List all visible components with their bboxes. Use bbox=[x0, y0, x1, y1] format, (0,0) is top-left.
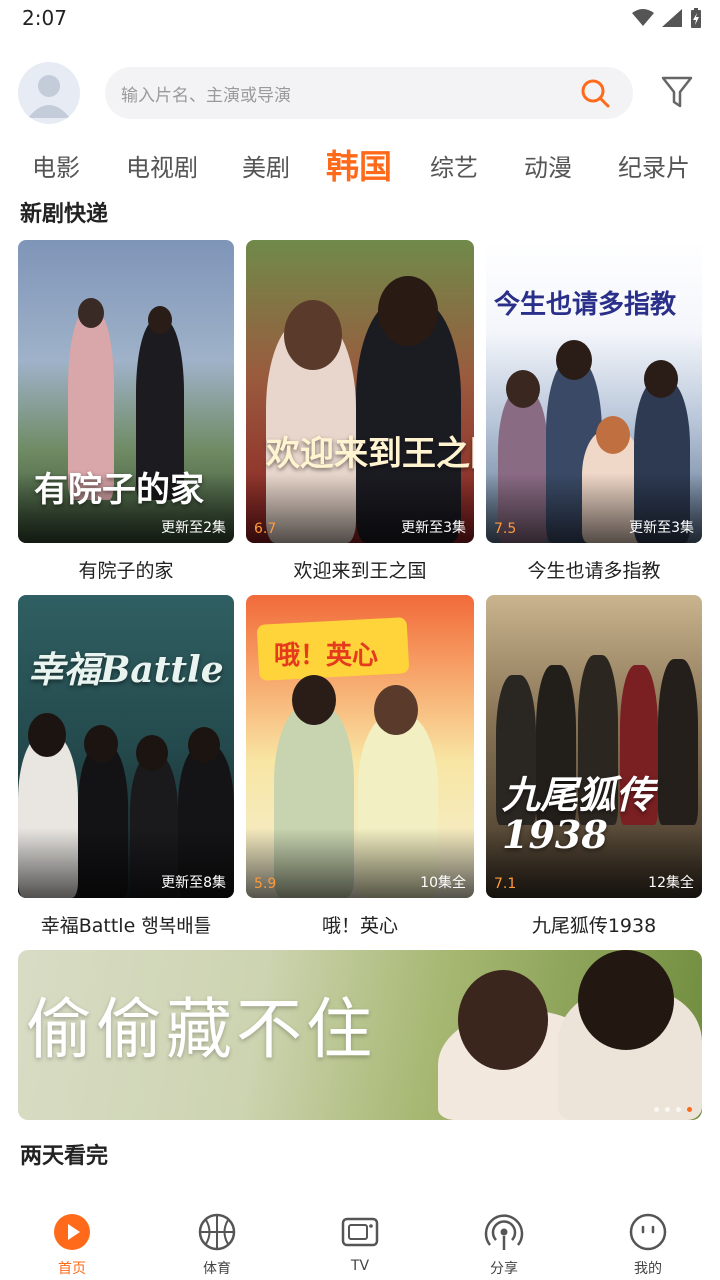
tv-icon bbox=[341, 1217, 379, 1247]
episode-status: 10集全 bbox=[420, 875, 466, 891]
episode-status: 更新至8集 bbox=[161, 875, 226, 891]
status-bar: 2:07 bbox=[0, 0, 720, 38]
drama-card[interactable]: 哦！英心 5.9 10集全 哦！英心 bbox=[246, 595, 474, 937]
smiley-face-icon bbox=[629, 1213, 667, 1251]
section-title-new-dramas: 新剧快递 bbox=[20, 202, 109, 227]
tab-movie[interactable]: 电影 bbox=[32, 148, 80, 183]
poster-title: 幸福Battle bbox=[28, 649, 224, 691]
drama-card[interactable]: 有院子的家 更新至2集 有院子的家 bbox=[18, 240, 234, 582]
nav-share[interactable]: 分享 bbox=[459, 1212, 549, 1278]
tab-us-drama[interactable]: 美剧 bbox=[242, 148, 290, 183]
nav-sports[interactable]: 体育 bbox=[172, 1212, 262, 1278]
card-title[interactable]: 九尾狐传1938 bbox=[486, 911, 702, 938]
card-title[interactable]: 有院子的家 bbox=[18, 556, 234, 583]
nav-label: 体育 bbox=[203, 1261, 231, 1277]
poster[interactable]: 九尾狐传1938 7.1 12集全 bbox=[486, 595, 702, 898]
nav-label: TV bbox=[350, 1258, 370, 1274]
banner-dot bbox=[654, 1107, 659, 1112]
tab-documentary[interactable]: 纪录片 bbox=[618, 148, 690, 183]
card-title[interactable]: 幸福Battle 행복배틀 bbox=[18, 911, 234, 938]
user-avatar-icon bbox=[28, 75, 70, 118]
category-tabs: 电影 电视剧 美剧 韩国 综艺 动漫 纪录片 bbox=[0, 138, 720, 190]
card-title[interactable]: 今生也请多指教 bbox=[486, 556, 702, 583]
bottom-nav: 首页 体育 TV 分享 我的 bbox=[0, 1200, 720, 1280]
tab-tv-series[interactable]: 电视剧 bbox=[126, 148, 198, 183]
drama-card[interactable]: 九尾狐传1938 7.1 12集全 九尾狐传1938 bbox=[486, 595, 702, 937]
poster-title: 欢迎来到王之国 bbox=[266, 434, 474, 474]
poster[interactable]: 幸福Battle 更新至8集 bbox=[18, 595, 234, 898]
banner-pagination bbox=[654, 1107, 692, 1112]
search-input[interactable]: 输入片名、主演或导演 bbox=[121, 81, 291, 106]
cellular-signal-icon bbox=[662, 9, 682, 27]
nav-tv[interactable]: TV bbox=[315, 1212, 405, 1274]
banner-dot-active bbox=[687, 1107, 692, 1112]
search-icon[interactable] bbox=[579, 77, 611, 109]
tab-korea[interactable]: 韩国 bbox=[326, 140, 392, 188]
banner-dot bbox=[665, 1107, 670, 1112]
header: 输入片名、主演或导演 bbox=[0, 56, 720, 128]
status-time: 2:07 bbox=[22, 6, 67, 30]
rating: 7.1 bbox=[494, 876, 517, 892]
drama-card[interactable]: 幸福Battle 更新至8集 幸福Battle 행복배틀 bbox=[18, 595, 234, 937]
rating: 7.5 bbox=[494, 521, 517, 537]
nav-label: 分享 bbox=[490, 1261, 518, 1277]
card-title[interactable]: 哦！英心 bbox=[246, 911, 474, 938]
promo-banner[interactable]: 偷偷藏不住 bbox=[18, 950, 702, 1120]
drama-card[interactable]: 欢迎来到王之国 6.7 更新至3集 欢迎来到王之国 bbox=[246, 240, 474, 582]
episode-status: 更新至3集 bbox=[401, 520, 466, 536]
section-title-binge: 两天看完 bbox=[20, 1144, 109, 1169]
status-icons bbox=[632, 6, 702, 30]
tab-variety[interactable]: 综艺 bbox=[430, 148, 478, 183]
nav-label: 我的 bbox=[634, 1261, 662, 1277]
episode-status: 更新至3集 bbox=[629, 520, 694, 536]
drama-card[interactable]: 今生也请多指教 7.5 更新至3集 今生也请多指教 bbox=[486, 240, 702, 582]
banner-title: 偷偷藏不住 bbox=[26, 991, 376, 1068]
tab-anime[interactable]: 动漫 bbox=[524, 148, 572, 183]
episode-status: 更新至2集 bbox=[161, 520, 226, 536]
play-circle-icon bbox=[54, 1214, 90, 1250]
broadcast-icon bbox=[484, 1214, 524, 1250]
wifi-icon bbox=[632, 9, 654, 26]
basketball-icon bbox=[198, 1213, 236, 1251]
nav-label: 首页 bbox=[58, 1261, 86, 1277]
rating: 6.7 bbox=[254, 521, 277, 537]
avatar[interactable] bbox=[18, 62, 80, 124]
rating: 5.9 bbox=[254, 876, 277, 892]
banner-dot bbox=[676, 1107, 681, 1112]
filter-icon[interactable] bbox=[660, 74, 694, 110]
poster-title: 九尾狐传1938 bbox=[502, 772, 655, 857]
poster[interactable]: 今生也请多指教 7.5 更新至3集 bbox=[486, 240, 702, 543]
search-bar[interactable]: 输入片名、主演或导演 bbox=[105, 67, 633, 119]
nav-me[interactable]: 我的 bbox=[603, 1212, 693, 1278]
episode-status: 12集全 bbox=[648, 875, 694, 891]
poster-title: 有院子的家 bbox=[34, 470, 204, 510]
poster[interactable]: 有院子的家 更新至2集 bbox=[18, 240, 234, 543]
card-title[interactable]: 欢迎来到王之国 bbox=[246, 556, 474, 583]
battery-icon bbox=[691, 8, 701, 28]
poster-title: 哦！英心 bbox=[274, 641, 379, 671]
poster[interactable]: 欢迎来到王之国 6.7 更新至3集 bbox=[246, 240, 474, 543]
poster[interactable]: 哦！英心 5.9 10集全 bbox=[246, 595, 474, 898]
poster-title: 今生也请多指教 bbox=[494, 290, 677, 320]
nav-home[interactable]: 首页 bbox=[27, 1212, 117, 1278]
